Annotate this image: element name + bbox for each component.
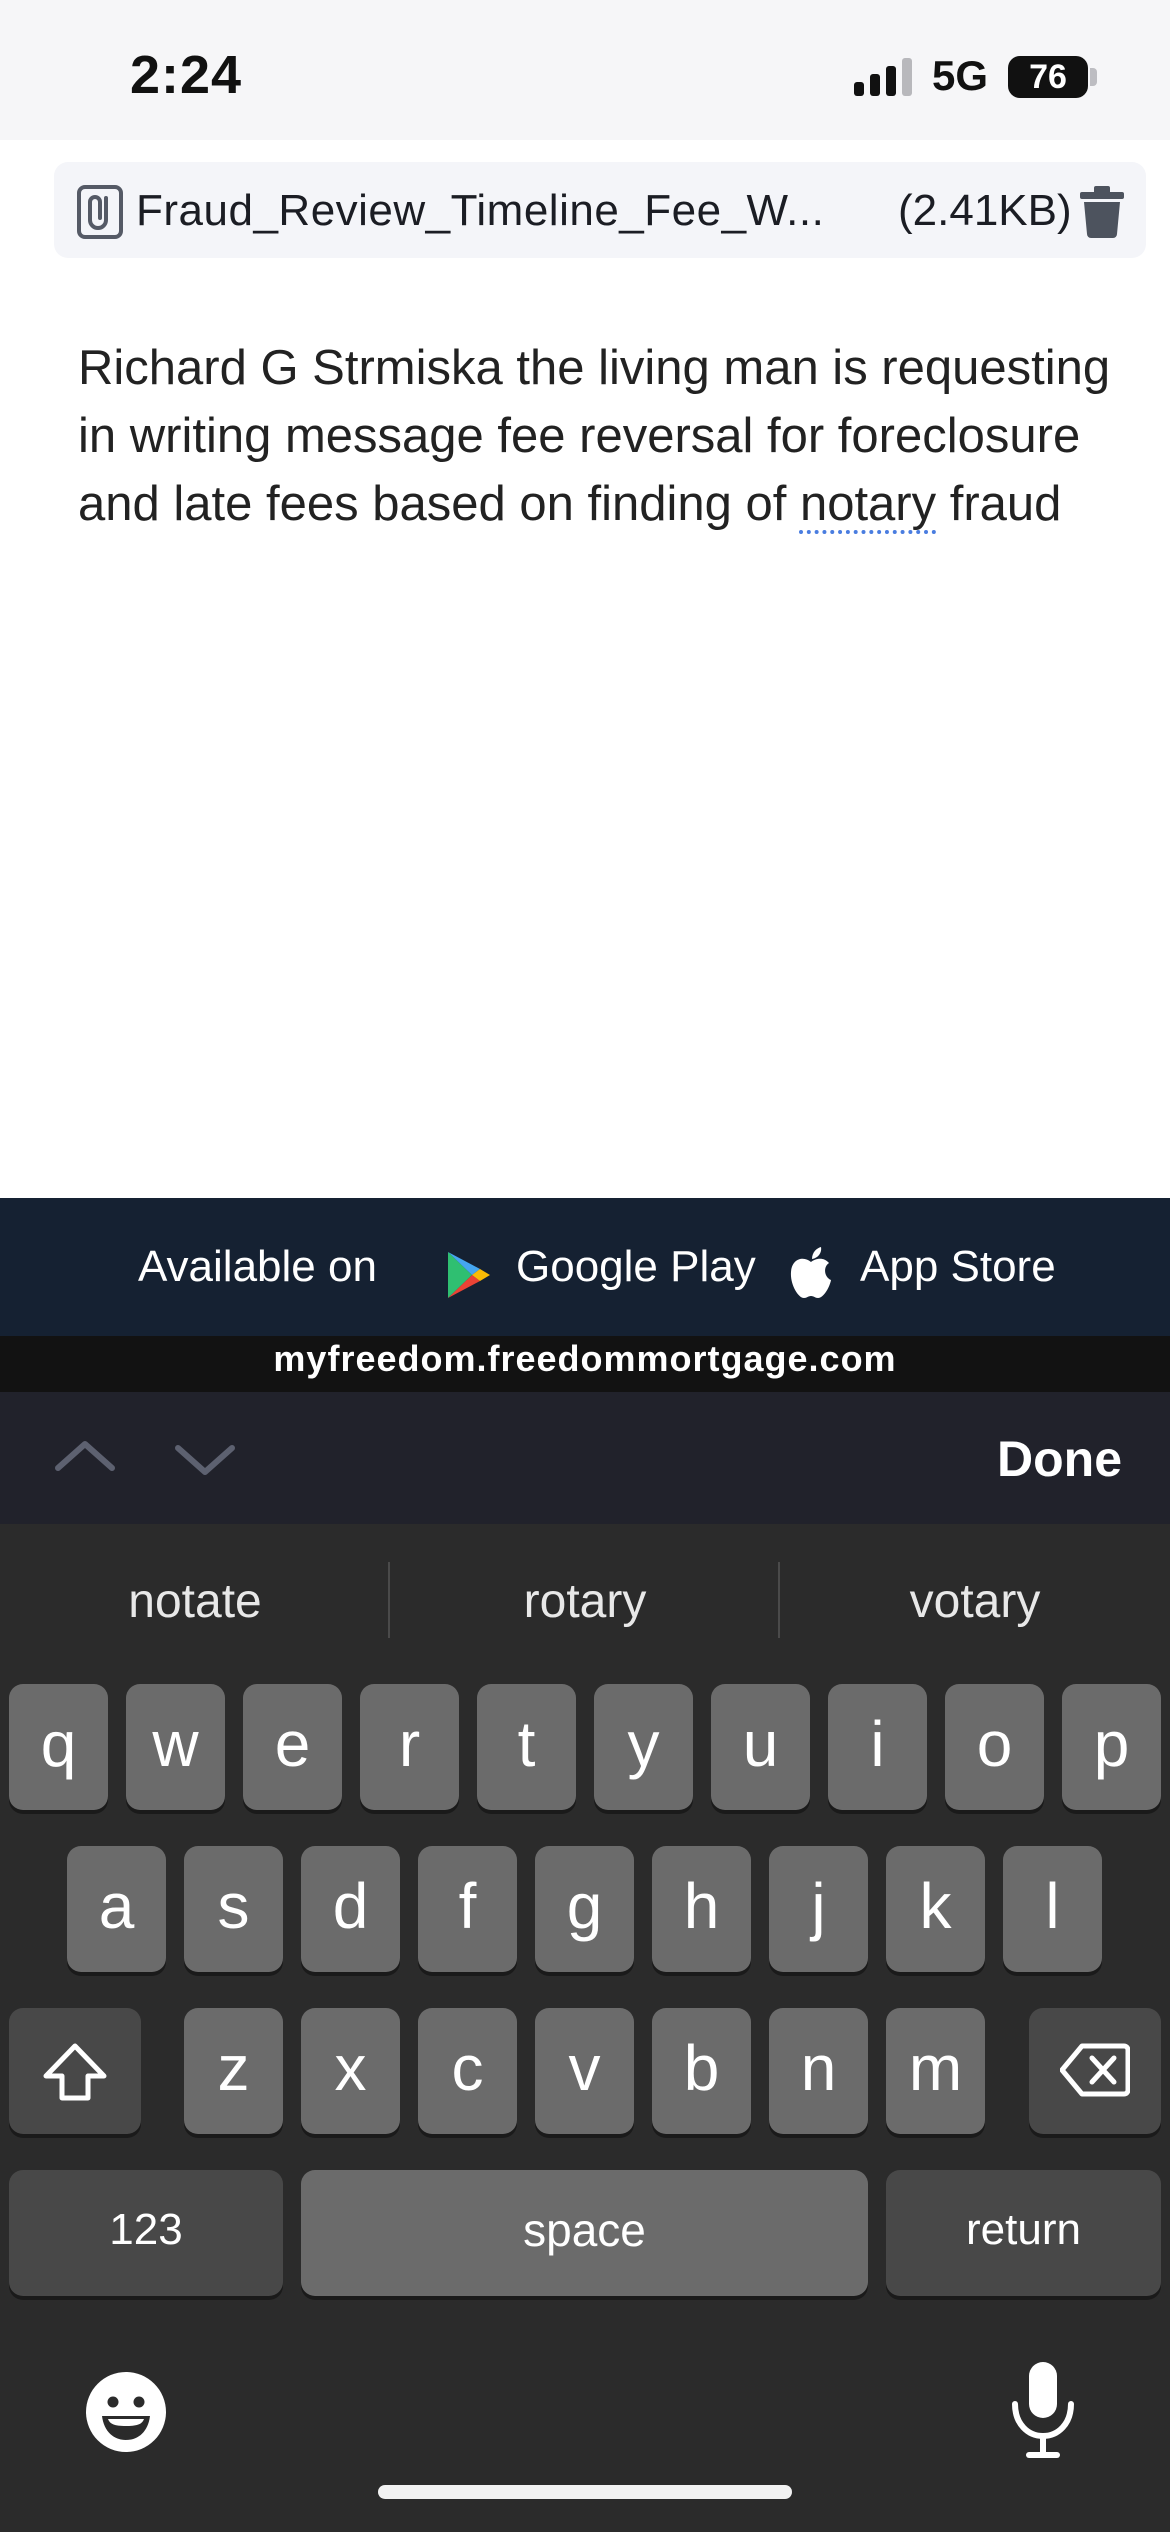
network-type: 5G [932, 52, 989, 99]
key-v[interactable]: v [535, 2008, 634, 2134]
chevron-up-icon[interactable] [50, 1428, 120, 1488]
emoji-icon[interactable] [84, 2370, 168, 2454]
key-z[interactable]: z [184, 2008, 283, 2134]
paperclip-icon [77, 185, 123, 239]
space-key[interactable]: space [301, 2170, 868, 2296]
trash-icon[interactable] [1080, 186, 1124, 238]
key-a[interactable]: a [67, 1846, 166, 1972]
key-q[interactable]: q [9, 1684, 108, 1810]
battery-tip [1090, 68, 1097, 86]
attachment-size: (2.41KB) [898, 186, 1072, 235]
suggestion-item[interactable]: rotary [390, 1574, 780, 1629]
key-r[interactable]: r [360, 1684, 459, 1810]
key-g[interactable]: g [535, 1846, 634, 1972]
status-bar: 2:24 5G 76 [0, 0, 1170, 140]
suggestion-item[interactable]: notate [0, 1574, 390, 1629]
key-p[interactable]: p [1062, 1684, 1161, 1810]
signal-strength-icon [854, 58, 914, 96]
backspace-icon [1059, 2043, 1131, 2097]
suggestion-item[interactable]: votary [780, 1574, 1170, 1629]
home-indicator[interactable] [378, 2485, 792, 2499]
chevron-down-icon[interactable] [170, 1428, 240, 1488]
return-key[interactable]: return [886, 2170, 1161, 2296]
backspace-key[interactable] [1029, 2008, 1161, 2134]
attachment-filename: Fraud_Review_Timeline_Fee_W... [136, 186, 825, 235]
key-l[interactable]: l [1003, 1846, 1102, 1972]
url-bar[interactable]: myfreedom.freedommortgage.com [0, 1336, 1170, 1392]
message-text-end: fraud [936, 477, 1062, 531]
suggestion-bar: notate rotary votary [0, 1524, 1170, 1678]
keyboard: notate rotary votary q w e r t y u i o p… [0, 1524, 1170, 2532]
numbers-key[interactable]: 123 [9, 2170, 283, 2296]
key-k[interactable]: k [886, 1846, 985, 1972]
microphone-icon[interactable] [1010, 2360, 1076, 2460]
app-store-link[interactable]: App Store [860, 1242, 1056, 1292]
key-j[interactable]: j [769, 1846, 868, 1972]
form-accessory-toolbar: Done [0, 1392, 1170, 1524]
key-m[interactable]: m [886, 2008, 985, 2134]
key-o[interactable]: o [945, 1684, 1044, 1810]
app-download-banner: Available on Google Play App Store [0, 1198, 1170, 1336]
key-s[interactable]: s [184, 1846, 283, 1972]
key-b[interactable]: b [652, 2008, 751, 2134]
key-t[interactable]: t [477, 1684, 576, 1810]
google-play-icon[interactable] [446, 1250, 492, 1300]
apple-icon[interactable] [788, 1246, 834, 1300]
shift-icon [43, 2043, 107, 2101]
shift-key[interactable] [9, 2008, 141, 2134]
key-y[interactable]: y [594, 1684, 693, 1810]
key-f[interactable]: f [418, 1846, 517, 1972]
key-u[interactable]: u [711, 1684, 810, 1810]
key-e[interactable]: e [243, 1684, 342, 1810]
misspelled-word[interactable]: notary [800, 477, 936, 531]
key-c[interactable]: c [418, 2008, 517, 2134]
status-time: 2:24 [130, 45, 243, 105]
key-x[interactable]: x [301, 2008, 400, 2134]
key-d[interactable]: d [301, 1846, 400, 1972]
battery-icon: 76 [1008, 56, 1088, 98]
google-play-link[interactable]: Google Play [516, 1242, 756, 1292]
key-i[interactable]: i [828, 1684, 927, 1810]
done-button[interactable]: Done [997, 1430, 1122, 1488]
key-n[interactable]: n [769, 2008, 868, 2134]
key-h[interactable]: h [652, 1846, 751, 1972]
message-textarea[interactable]: Richard G Strmiska the living man is req… [78, 334, 1118, 538]
attachment-row: Fraud_Review_Timeline_Fee_W... (2.41KB) [54, 162, 1146, 258]
key-w[interactable]: w [126, 1684, 225, 1810]
available-on-label: Available on [138, 1242, 377, 1291]
